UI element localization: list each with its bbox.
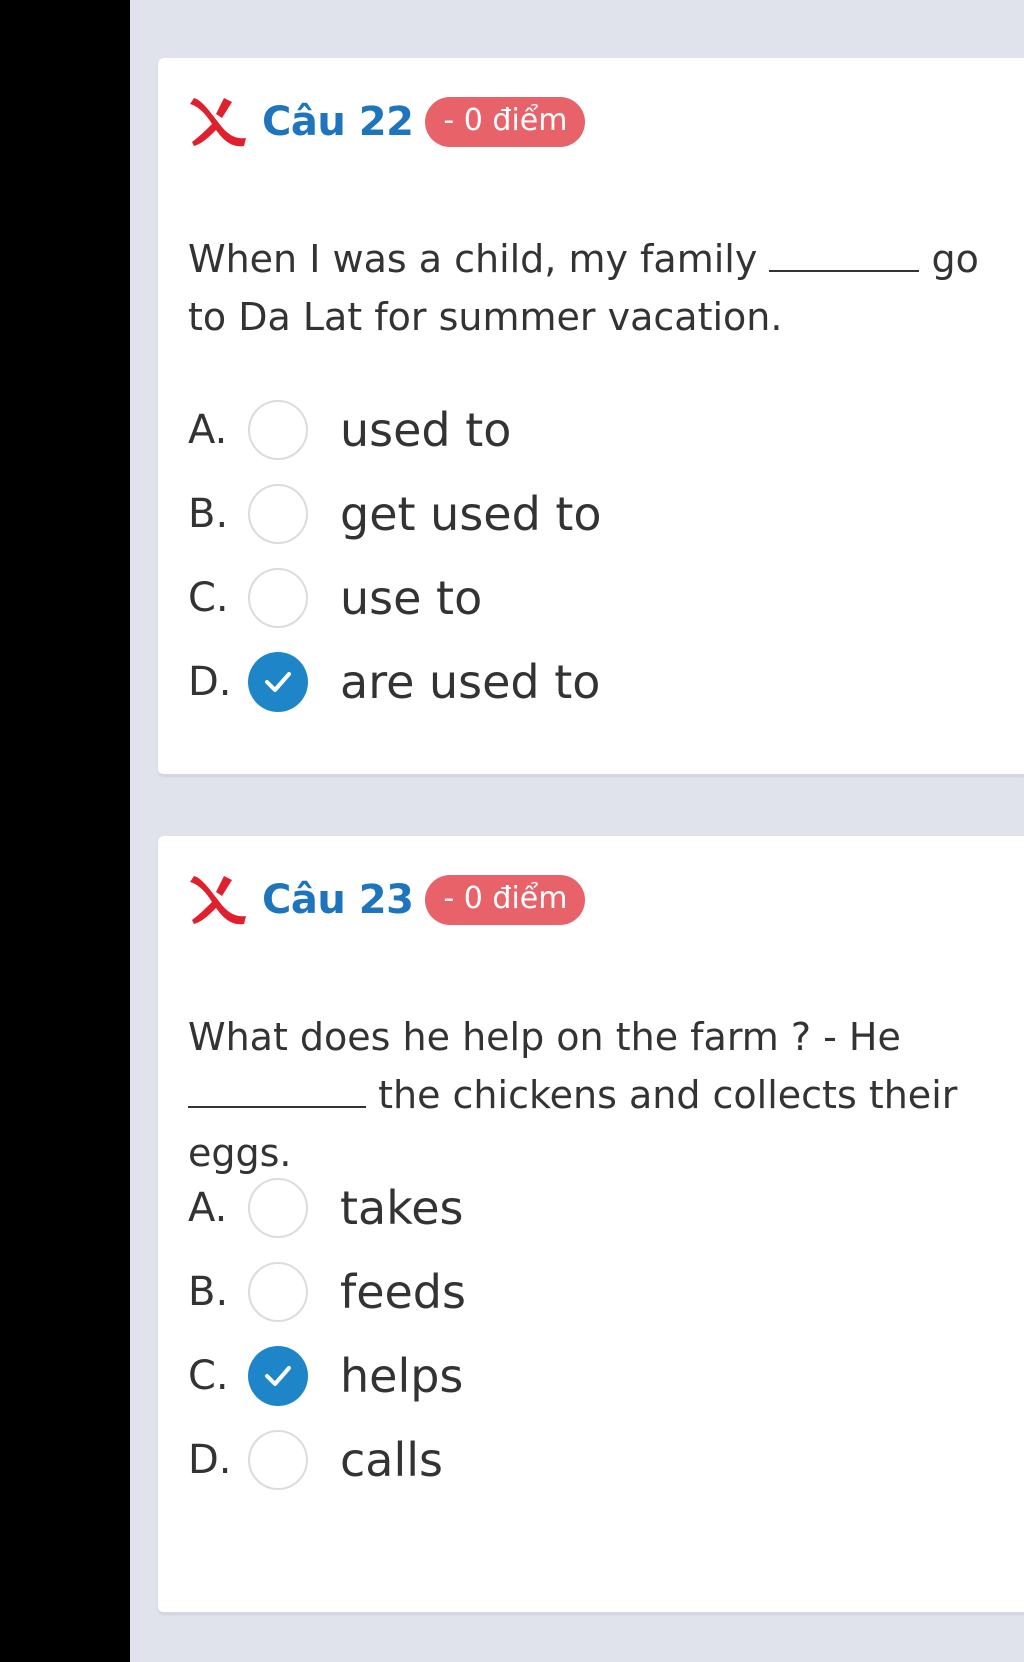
option-letter: B. bbox=[188, 1269, 229, 1315]
check-icon bbox=[265, 1366, 291, 1386]
answer-blank bbox=[769, 230, 920, 272]
score-badge: - 0 điểm bbox=[425, 97, 586, 147]
option-text: takes bbox=[340, 1181, 464, 1235]
option-text: are used to bbox=[340, 655, 601, 709]
question-card-23: Câu 23 - 0 điểm What does he help on the… bbox=[158, 836, 1024, 1614]
option-b[interactable]: B. get used to bbox=[188, 472, 602, 556]
radio-button[interactable] bbox=[248, 1430, 308, 1490]
option-letter: A. bbox=[188, 407, 228, 453]
question-header: Câu 22 - 0 điểm bbox=[188, 92, 586, 152]
question-text-before: When I was a child, my family bbox=[188, 237, 758, 281]
option-d[interactable]: D. calls bbox=[188, 1418, 466, 1502]
option-text: use to bbox=[340, 571, 483, 625]
option-c[interactable]: C. helps bbox=[188, 1334, 466, 1418]
option-text: helps bbox=[340, 1349, 464, 1403]
question-header: Câu 23 - 0 điểm bbox=[188, 870, 586, 930]
score-badge: - 0 điểm bbox=[425, 875, 586, 925]
option-letter: C. bbox=[188, 575, 229, 621]
option-letter: C. bbox=[188, 1353, 229, 1399]
answer-blank bbox=[188, 1066, 366, 1108]
radio-button[interactable] bbox=[248, 568, 308, 628]
radio-button[interactable] bbox=[248, 1262, 308, 1322]
option-text: calls bbox=[340, 1433, 444, 1487]
radio-button[interactable] bbox=[248, 1178, 308, 1238]
option-letter: D. bbox=[188, 659, 232, 705]
quiz-results-area: Câu 22 - 0 điểm When I was a child, my f… bbox=[130, 0, 1024, 1662]
radio-button[interactable] bbox=[248, 1346, 308, 1406]
question-title: Câu 22 bbox=[262, 99, 414, 145]
question-text: What does he help on the farm ? - He the… bbox=[188, 1008, 958, 1182]
option-c[interactable]: C. use to bbox=[188, 556, 602, 640]
question-text: When I was a child, my family go to Da L… bbox=[188, 230, 988, 346]
question-text-before: What does he help on the farm ? - He bbox=[188, 1015, 901, 1059]
radio-button[interactable] bbox=[248, 652, 308, 712]
option-a[interactable]: A. used to bbox=[188, 388, 602, 472]
option-a[interactable]: A. takes bbox=[188, 1166, 466, 1250]
option-text: used to bbox=[340, 403, 512, 457]
options-list: A. takes B. feeds C. helps D. calls bbox=[188, 1166, 466, 1502]
radio-button[interactable] bbox=[248, 484, 308, 544]
options-list: A. used to B. get used to C. use to D. a… bbox=[188, 388, 602, 724]
option-letter: D. bbox=[188, 1437, 232, 1483]
option-letter: B. bbox=[188, 491, 229, 537]
question-title: Câu 23 bbox=[262, 877, 414, 923]
wrong-x-icon bbox=[190, 98, 246, 147]
option-text: feeds bbox=[340, 1265, 466, 1319]
option-letter: A. bbox=[188, 1185, 228, 1231]
option-text: get used to bbox=[340, 487, 602, 541]
question-card-22: Câu 22 - 0 điểm When I was a child, my f… bbox=[158, 58, 1024, 776]
option-d[interactable]: D. are used to bbox=[188, 640, 602, 724]
check-icon bbox=[265, 672, 291, 692]
wrong-x-icon bbox=[190, 876, 246, 925]
option-b[interactable]: B. feeds bbox=[188, 1250, 466, 1334]
radio-button[interactable] bbox=[248, 400, 308, 460]
